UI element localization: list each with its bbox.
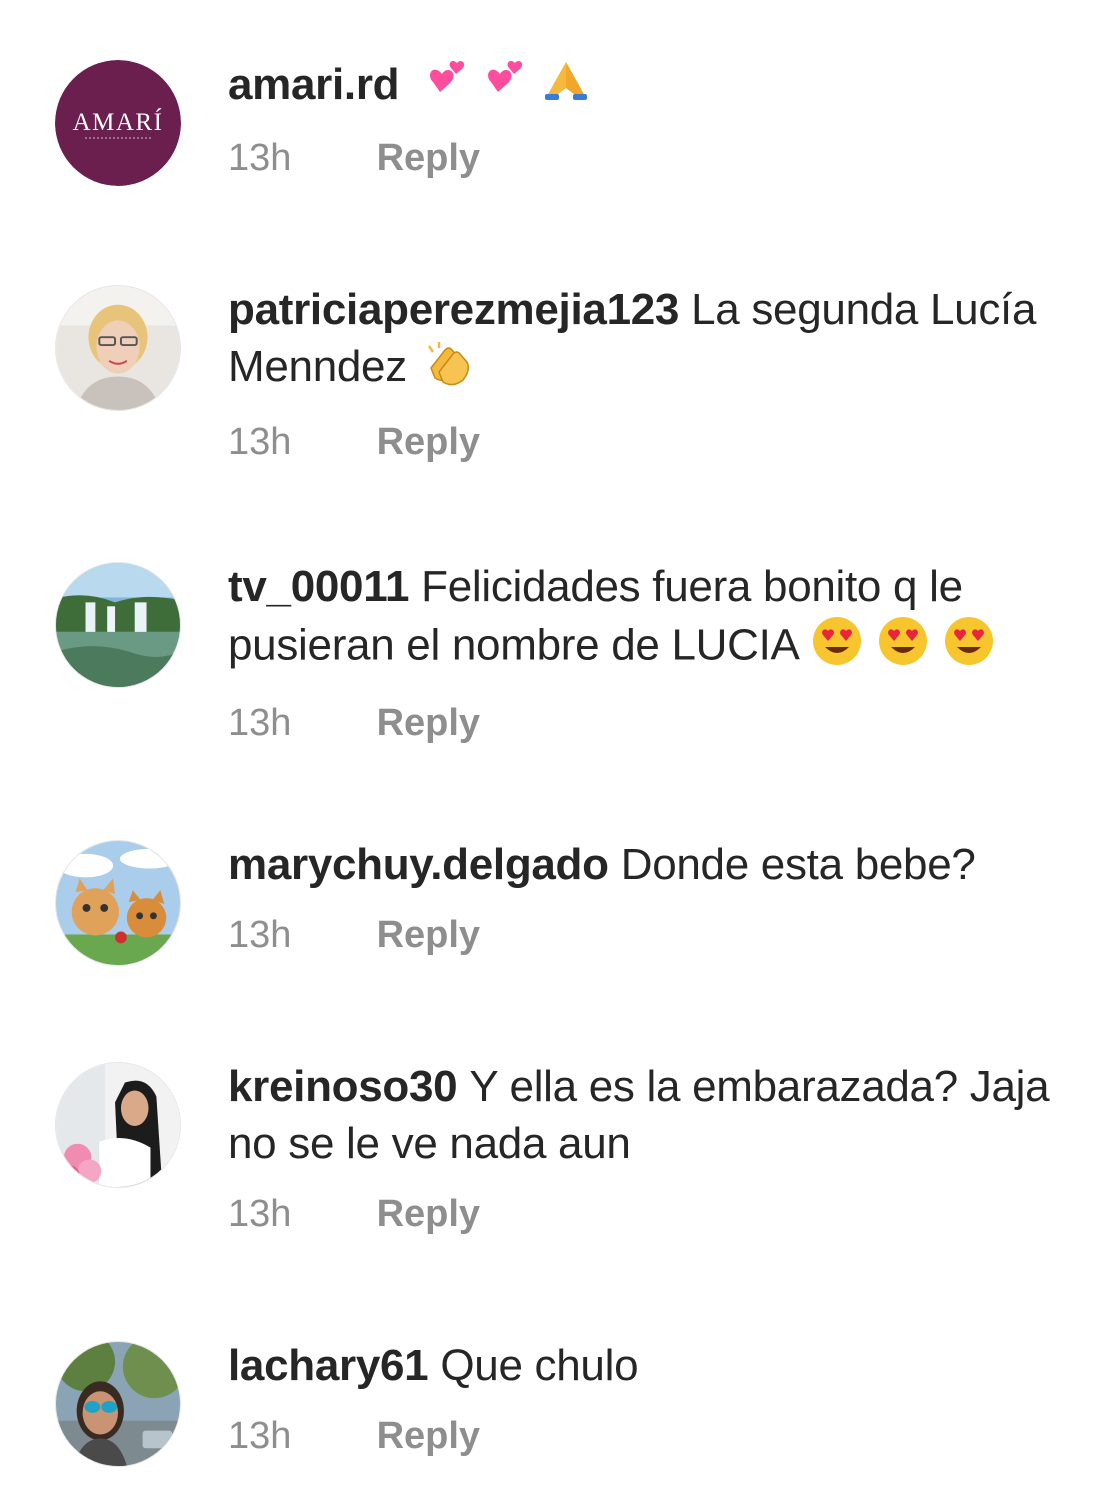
reply-button[interactable]: Reply — [377, 137, 480, 179]
two-hearts-icon — [425, 58, 469, 116]
comment-meta: 13h Reply — [228, 911, 1068, 959]
avatar[interactable] — [55, 1062, 181, 1188]
comment-text: tv_00011 Felicidades fuera bonito q le pu… — [228, 558, 1068, 681]
comment-meta: 13h Reply — [228, 134, 1068, 182]
reply-button[interactable]: Reply — [377, 421, 480, 463]
comment-meta: 13h Reply — [228, 418, 1068, 466]
reply-button[interactable]: Reply — [377, 1193, 480, 1235]
heart-eyes-icon — [877, 615, 929, 681]
folded-hands-icon — [541, 58, 591, 116]
comment-message: Que chulo — [440, 1341, 639, 1390]
reply-button[interactable]: Reply — [377, 914, 480, 956]
comment-username[interactable]: marychuy.delgado — [228, 840, 609, 889]
comment-time: 13h — [228, 702, 292, 744]
comment-meta: 13h Reply — [228, 1190, 1068, 1238]
amari-logo-text: AMARÍ — [73, 108, 164, 136]
comment-body: tv_00011 Felicidades fuera bonito q le pu… — [228, 558, 1068, 747]
comment-text: amari.rd — [228, 56, 1068, 116]
comment-text: patriciaperezmejia123 La segunda Lucía Me… — [228, 281, 1068, 400]
comment-message: Donde esta bebe? — [620, 840, 976, 889]
comment-meta: 13h Reply — [228, 1412, 1068, 1460]
comment-time: 13h — [228, 914, 292, 956]
comment-text: kreinoso30 Y ella es la embarazada? Jaja … — [228, 1058, 1068, 1172]
heart-eyes-icon — [943, 615, 995, 681]
comment-meta: 13h Reply — [228, 699, 1068, 747]
comment-time: 13h — [228, 421, 292, 464]
comment-text: lachary61 Que chulo — [228, 1337, 1068, 1394]
comment-body: patriciaperezmejia123 La segunda Lucía Me… — [228, 281, 1068, 466]
comment-body: amari.rd 13h Reply — [228, 56, 1068, 182]
reply-button[interactable]: Reply — [377, 1415, 480, 1457]
comment-body: lachary61 Que chulo 13h Reply — [228, 1337, 1068, 1460]
comment-body: kreinoso30 Y ella es la embarazada? Jaja … — [228, 1058, 1068, 1238]
comment-username[interactable]: patriciaperezmejia123 — [228, 285, 679, 334]
clapping-hands-icon — [421, 338, 477, 400]
comment-time: 13h — [228, 1193, 292, 1235]
comment-username[interactable]: tv_00011 — [228, 562, 409, 611]
heart-eyes-icon — [811, 615, 863, 681]
comment-time: 13h — [228, 1415, 292, 1457]
avatar[interactable] — [55, 285, 181, 411]
avatar[interactable] — [55, 562, 181, 688]
avatar[interactable]: AMARÍ — [55, 60, 181, 186]
comment-username[interactable]: amari.rd — [228, 60, 400, 109]
reply-button[interactable]: Reply — [377, 702, 480, 744]
comment-time: 13h — [228, 137, 292, 180]
two-hearts-icon — [483, 58, 527, 116]
comment-text: marychuy.delgado Donde esta bebe? — [228, 836, 1068, 893]
comment-username[interactable]: lachary61 — [228, 1341, 429, 1390]
avatar[interactable] — [55, 840, 181, 966]
comment-username[interactable]: kreinoso30 — [228, 1062, 458, 1111]
avatar[interactable] — [55, 1341, 181, 1467]
comment-body: marychuy.delgado Donde esta bebe? 13h Rep… — [228, 836, 1068, 959]
